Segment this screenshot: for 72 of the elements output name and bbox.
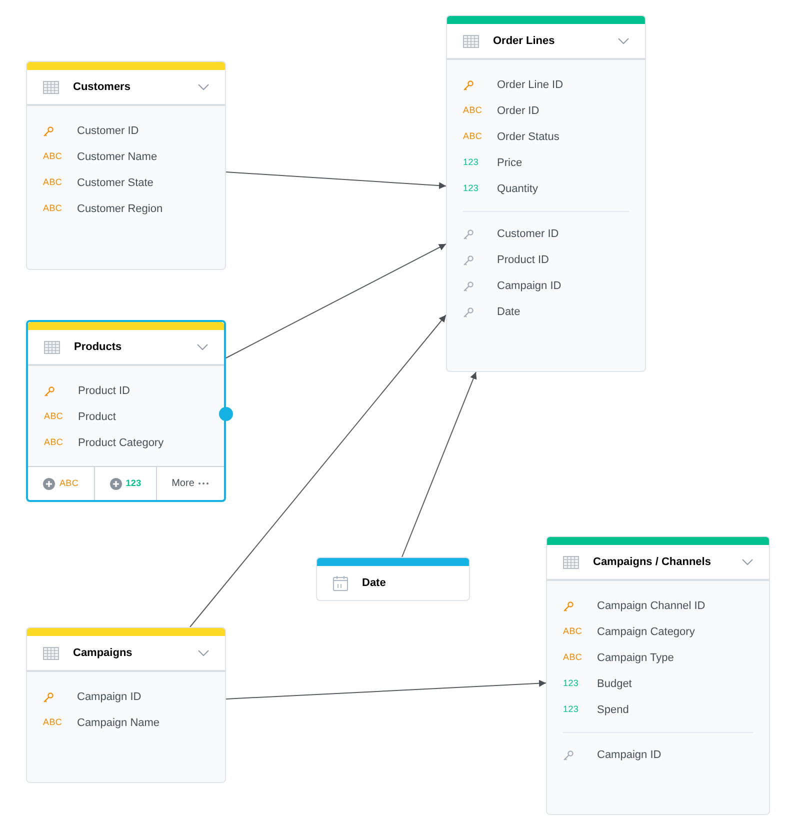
type-label: ABC [43, 716, 62, 730]
table-icon [463, 34, 479, 48]
field-name: Customer Region [77, 202, 163, 217]
field-name: Campaign ID [497, 278, 562, 294]
field-name: Date [497, 304, 520, 320]
calendar-icon [333, 576, 348, 590]
plus-circle-icon [43, 478, 56, 490]
field-name: Spend [597, 702, 629, 718]
field-name: Customer ID [77, 124, 139, 139]
type-label: ABC [44, 410, 64, 424]
key-icon [563, 750, 574, 760]
more-button[interactable]: More [156, 467, 224, 500]
field-name: Quantity [497, 182, 538, 197]
table-icon [563, 556, 579, 568]
type-label: 123 [463, 182, 479, 196]
field-name: Campaign Channel ID [597, 598, 706, 614]
key-icon [463, 228, 474, 240]
type-label: ABC [563, 651, 582, 664]
type-label: ABC [563, 625, 582, 638]
field-name: Order Status [497, 130, 560, 145]
table-title: Date [362, 576, 387, 591]
table-title: Customers [73, 80, 132, 95]
key-icon [463, 80, 474, 90]
plus-circle-icon [110, 478, 122, 490]
chevron-down-icon[interactable] [198, 650, 209, 656]
field-name: Product Category [78, 436, 164, 451]
ellipsis-icon [198, 482, 210, 485]
key-icon [463, 280, 474, 292]
table-icon [43, 80, 59, 94]
connection-handle[interactable] [219, 407, 233, 421]
table-title: Order Lines [493, 34, 556, 49]
table-title: Campaigns [73, 646, 134, 661]
field-name: Campaign Category [597, 624, 695, 640]
field-name: Product [78, 410, 116, 425]
type-label: ABC [463, 130, 482, 144]
chevron-down-icon[interactable] [742, 558, 753, 566]
field-name: Product ID [78, 384, 130, 399]
field-name: Campaign ID [597, 748, 662, 763]
key-icon [44, 386, 55, 396]
key-icon [43, 692, 54, 702]
field-name: Budget [597, 676, 632, 692]
type-label: 123 [563, 677, 579, 690]
key-icon [463, 306, 474, 318]
type-label: ABC [44, 436, 64, 450]
type-label: ABC [463, 104, 482, 118]
type-label: ABC [43, 176, 62, 190]
table-title: Campaigns / Channels [593, 554, 712, 570]
field-name: Campaign Name [77, 716, 160, 731]
table-icon [43, 646, 59, 660]
field-name: Customer ID [497, 226, 559, 242]
field-name: Campaign ID [77, 690, 142, 705]
add-field-button[interactable]: 123 [94, 467, 156, 500]
field-name: Customer Name [77, 150, 158, 165]
table-icon [44, 340, 60, 354]
chevron-down-icon[interactable] [618, 38, 629, 44]
key-icon [563, 600, 574, 612]
field-name: Order Line ID [497, 78, 564, 93]
chevron-down-icon[interactable] [198, 84, 209, 90]
key-icon [463, 254, 474, 266]
field-name: Product ID [497, 252, 549, 268]
field-name: Price [497, 156, 522, 171]
table-title: Products [74, 340, 123, 355]
chevron-down-icon[interactable] [197, 344, 208, 350]
key-icon [43, 126, 54, 136]
type-label: ABC [43, 202, 62, 216]
type-label: 123 [463, 156, 479, 170]
field-name: Campaign Type [597, 650, 674, 666]
field-name: Order ID [497, 104, 540, 119]
type-label: 123 [563, 703, 579, 716]
field-name: Customer State [77, 176, 154, 191]
type-label: ABC [43, 150, 62, 164]
add-field-button[interactable]: ABC [28, 467, 94, 500]
